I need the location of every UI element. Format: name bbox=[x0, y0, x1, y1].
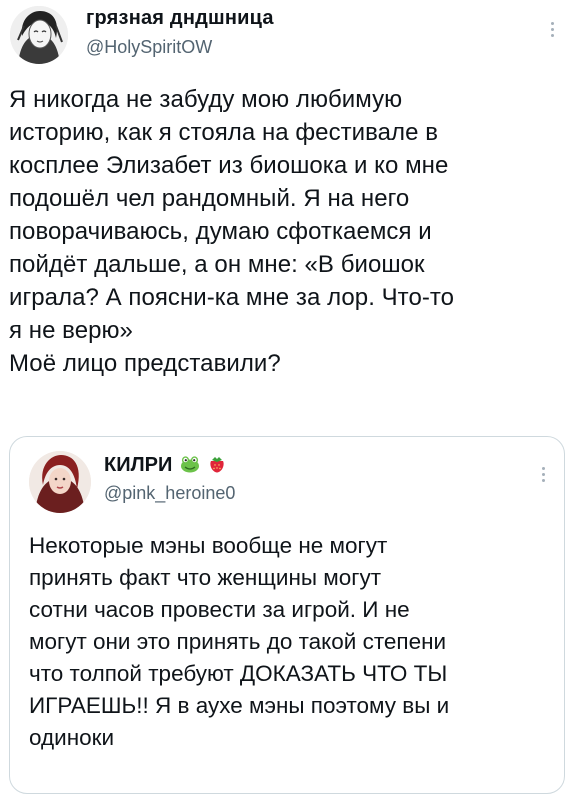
avatar-drawing-icon bbox=[10, 6, 68, 64]
quoted-author-name[interactable]: КИЛРИ bbox=[104, 454, 227, 477]
quoted-author-handle[interactable]: @pink_heroine0 bbox=[104, 483, 235, 504]
tweet: грязная дндшница @HolySpiritOW Я никогда… bbox=[0, 0, 579, 800]
author-handle[interactable]: @HolySpiritOW bbox=[86, 37, 212, 58]
strawberry-icon bbox=[210, 457, 225, 473]
quoted-tweet[interactable]: КИЛРИ @pink_heroine0 Некоторые мэны вооб… bbox=[9, 436, 565, 794]
avatar-photo-icon bbox=[29, 451, 91, 513]
tweet-text: Я никогда не забуду мою любимую историю,… bbox=[9, 86, 455, 377]
more-vertical-icon[interactable] bbox=[542, 467, 546, 485]
more-vertical-icon[interactable] bbox=[551, 22, 555, 40]
author-avatar[interactable] bbox=[10, 6, 68, 64]
author-name[interactable]: грязная дндшница bbox=[86, 7, 274, 30]
quoted-author-avatar[interactable] bbox=[29, 451, 91, 513]
quoted-tweet-text: Некоторые мэны вообще не могут принять ф… bbox=[29, 533, 450, 750]
quoted-author-name-text: КИЛРИ bbox=[104, 454, 173, 476]
frog-icon bbox=[180, 456, 199, 473]
